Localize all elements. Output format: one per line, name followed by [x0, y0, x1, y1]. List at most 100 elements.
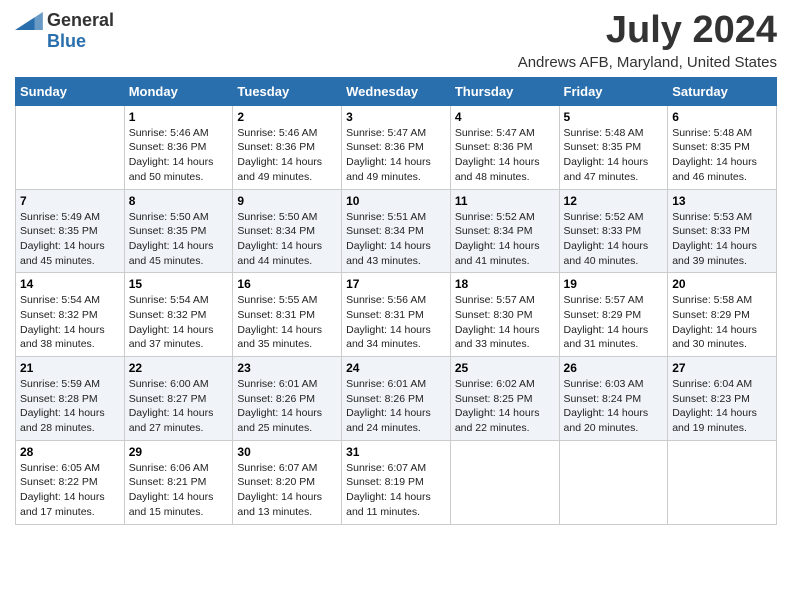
day-number: 22: [129, 361, 229, 375]
day-number: 1: [129, 110, 229, 124]
day-number: 4: [455, 110, 555, 124]
day-details: Sunrise: 6:01 AM Sunset: 8:26 PM Dayligh…: [237, 377, 337, 436]
calendar-body: 1Sunrise: 5:46 AM Sunset: 8:36 PM Daylig…: [16, 105, 777, 524]
calendar-cell: 5Sunrise: 5:48 AM Sunset: 8:35 PM Daylig…: [559, 105, 668, 189]
day-number: 18: [455, 277, 555, 291]
day-details: Sunrise: 5:55 AM Sunset: 8:31 PM Dayligh…: [237, 293, 337, 352]
calendar-cell: 30Sunrise: 6:07 AM Sunset: 8:20 PM Dayli…: [233, 440, 342, 524]
day-number: 16: [237, 277, 337, 291]
day-number: 26: [564, 361, 664, 375]
day-details: Sunrise: 5:48 AM Sunset: 8:35 PM Dayligh…: [564, 126, 664, 185]
day-number: 14: [20, 277, 120, 291]
day-details: Sunrise: 5:50 AM Sunset: 8:34 PM Dayligh…: [237, 210, 337, 269]
day-number: 21: [20, 361, 120, 375]
day-details: Sunrise: 5:56 AM Sunset: 8:31 PM Dayligh…: [346, 293, 446, 352]
calendar-cell: 1Sunrise: 5:46 AM Sunset: 8:36 PM Daylig…: [124, 105, 233, 189]
day-number: 9: [237, 194, 337, 208]
day-number: 8: [129, 194, 229, 208]
day-number: 10: [346, 194, 446, 208]
day-number: 25: [455, 361, 555, 375]
calendar-cell: 22 Sunrise: 6:00 AM Sunset: 8:27 PM Dayli…: [124, 357, 233, 441]
day-number: 13: [672, 194, 772, 208]
day-number: 24: [346, 361, 446, 375]
weekday-header-friday: Friday: [559, 77, 668, 105]
calendar-cell: 3 Sunrise: 5:47 AM Sunset: 8:36 PM Daylig…: [342, 105, 451, 189]
calendar-cell: 13 Sunrise: 5:53 AM Sunset: 8:33 PM Dayli…: [668, 189, 777, 273]
day-details: Sunrise: 5:47 AM Sunset: 8:36 PM Dayligh…: [346, 126, 446, 185]
day-number: 28: [20, 445, 120, 459]
calendar-cell: 15 Sunrise: 5:54 AM Sunset: 8:32 PM Dayli…: [124, 273, 233, 357]
weekday-header-thursday: Thursday: [450, 77, 559, 105]
calendar-cell: 7 Sunrise: 5:49 AM Sunset: 8:35 PM Daylig…: [16, 189, 125, 273]
day-number: 19: [564, 277, 664, 291]
day-details: Sunrise: 5:59 AM Sunset: 8:28 PM Dayligh…: [20, 377, 120, 436]
month-title: July 2024: [518, 10, 777, 52]
day-details: Sunrise: 6:01 AM Sunset: 8:26 PM Dayligh…: [346, 377, 446, 436]
day-details: Sunrise: 5:54 AM Sunset: 8:32 PM Dayligh…: [20, 293, 120, 352]
day-details: Sunrise: 5:50 AM Sunset: 8:35 PM Dayligh…: [129, 210, 229, 269]
day-details: Sunrise: 6:03 AM Sunset: 8:24 PM Dayligh…: [564, 377, 664, 436]
day-number: 3: [346, 110, 446, 124]
day-details: Sunrise: 6:07 AM Sunset: 8:19 PM Dayligh…: [346, 461, 446, 520]
calendar-cell: 4 Sunrise: 5:47 AM Sunset: 8:36 PM Daylig…: [450, 105, 559, 189]
calendar-cell: 29Sunrise: 6:06 AM Sunset: 8:21 PM Dayli…: [124, 440, 233, 524]
page-header: General Blue July 2024 Andrews AFB, Mary…: [15, 10, 777, 71]
calendar-cell: 10Sunrise: 5:51 AM Sunset: 8:34 PM Dayli…: [342, 189, 451, 273]
calendar-cell: 26 Sunrise: 6:03 AM Sunset: 8:24 PM Dayli…: [559, 357, 668, 441]
calendar-week-3: 14 Sunrise: 5:54 AM Sunset: 8:32 PM Dayli…: [16, 273, 777, 357]
day-details: Sunrise: 5:47 AM Sunset: 8:36 PM Dayligh…: [455, 126, 555, 185]
day-details: Sunrise: 6:00 AM Sunset: 8:27 PM Dayligh…: [129, 377, 229, 436]
day-details: Sunrise: 5:54 AM Sunset: 8:32 PM Dayligh…: [129, 293, 229, 352]
day-details: Sunrise: 5:53 AM Sunset: 8:33 PM Dayligh…: [672, 210, 772, 269]
calendar-cell: 21 Sunrise: 5:59 AM Sunset: 8:28 PM Dayli…: [16, 357, 125, 441]
calendar-cell: 31Sunrise: 6:07 AM Sunset: 8:19 PM Dayli…: [342, 440, 451, 524]
calendar-cell: [559, 440, 668, 524]
day-number: 11: [455, 194, 555, 208]
day-number: 17: [346, 277, 446, 291]
calendar-week-5: 28 Sunrise: 6:05 AM Sunset: 8:22 PM Dayli…: [16, 440, 777, 524]
weekday-header-row: SundayMondayTuesdayWednesdayThursdayFrid…: [16, 77, 777, 105]
calendar-cell: 25 Sunrise: 6:02 AM Sunset: 8:25 PM Dayli…: [450, 357, 559, 441]
day-details: Sunrise: 6:06 AM Sunset: 8:21 PM Dayligh…: [129, 461, 229, 520]
calendar-cell: 9 Sunrise: 5:50 AM Sunset: 8:34 PM Daylig…: [233, 189, 342, 273]
day-details: Sunrise: 6:02 AM Sunset: 8:25 PM Dayligh…: [455, 377, 555, 436]
calendar-cell: [668, 440, 777, 524]
calendar-cell: [450, 440, 559, 524]
day-details: Sunrise: 5:49 AM Sunset: 8:35 PM Dayligh…: [20, 210, 120, 269]
calendar-cell: [16, 105, 125, 189]
weekday-header-sunday: Sunday: [16, 77, 125, 105]
calendar-cell: 12 Sunrise: 5:52 AM Sunset: 8:33 PM Dayli…: [559, 189, 668, 273]
weekday-header-saturday: Saturday: [668, 77, 777, 105]
day-number: 12: [564, 194, 664, 208]
calendar-cell: 27Sunrise: 6:04 AM Sunset: 8:23 PM Dayli…: [668, 357, 777, 441]
day-details: Sunrise: 5:58 AM Sunset: 8:29 PM Dayligh…: [672, 293, 772, 352]
calendar-cell: 8 Sunrise: 5:50 AM Sunset: 8:35 PM Daylig…: [124, 189, 233, 273]
calendar-cell: 11Sunrise: 5:52 AM Sunset: 8:34 PM Dayli…: [450, 189, 559, 273]
calendar-cell: 16 Sunrise: 5:55 AM Sunset: 8:31 PM Dayli…: [233, 273, 342, 357]
calendar-cell: 2Sunrise: 5:46 AM Sunset: 8:36 PM Daylig…: [233, 105, 342, 189]
calendar-week-4: 21 Sunrise: 5:59 AM Sunset: 8:28 PM Dayli…: [16, 357, 777, 441]
calendar-cell: 17 Sunrise: 5:56 AM Sunset: 8:31 PM Dayli…: [342, 273, 451, 357]
day-details: Sunrise: 5:52 AM Sunset: 8:33 PM Dayligh…: [564, 210, 664, 269]
calendar-table: SundayMondayTuesdayWednesdayThursdayFrid…: [15, 77, 777, 525]
calendar-cell: 24 Sunrise: 6:01 AM Sunset: 8:26 PM Dayli…: [342, 357, 451, 441]
weekday-header-monday: Monday: [124, 77, 233, 105]
weekday-header-tuesday: Tuesday: [233, 77, 342, 105]
weekday-header-wednesday: Wednesday: [342, 77, 451, 105]
day-number: 15: [129, 277, 229, 291]
calendar-cell: 20 Sunrise: 5:58 AM Sunset: 8:29 PM Dayli…: [668, 273, 777, 357]
day-number: 30: [237, 445, 337, 459]
calendar-cell: 14 Sunrise: 5:54 AM Sunset: 8:32 PM Dayli…: [16, 273, 125, 357]
calendar-cell: 6Sunrise: 5:48 AM Sunset: 8:35 PM Daylig…: [668, 105, 777, 189]
calendar-cell: 18Sunrise: 5:57 AM Sunset: 8:30 PM Dayli…: [450, 273, 559, 357]
logo-blue-text: Blue: [47, 31, 86, 52]
day-number: 20: [672, 277, 772, 291]
calendar-cell: 28 Sunrise: 6:05 AM Sunset: 8:22 PM Dayli…: [16, 440, 125, 524]
logo-icon: [15, 12, 43, 30]
day-details: Sunrise: 6:05 AM Sunset: 8:22 PM Dayligh…: [20, 461, 120, 520]
logo: General Blue: [15, 10, 114, 52]
day-details: Sunrise: 6:04 AM Sunset: 8:23 PM Dayligh…: [672, 377, 772, 436]
day-number: 23: [237, 361, 337, 375]
day-number: 7: [20, 194, 120, 208]
calendar-week-1: 1Sunrise: 5:46 AM Sunset: 8:36 PM Daylig…: [16, 105, 777, 189]
